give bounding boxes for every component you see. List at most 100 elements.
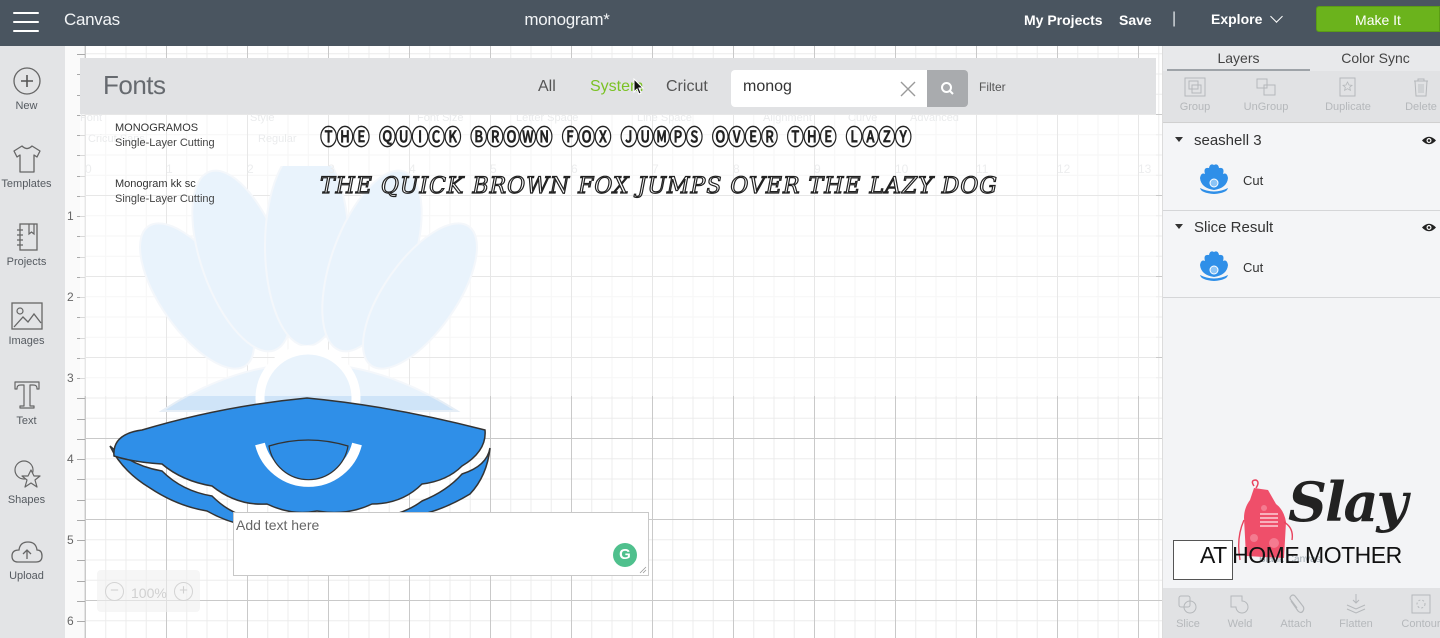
tab-layers[interactable]: Layers: [1167, 50, 1310, 66]
document-title: monogram*: [524, 10, 610, 29]
ruler-tick: [77, 499, 85, 501]
caret-down-icon[interactable]: [1175, 224, 1183, 229]
bottom-actions-toolbar: Slice Weld Attach Flatten Contour: [1163, 588, 1440, 638]
duplicate-icon: [1339, 77, 1356, 97]
zoom-level: 100%: [131, 585, 167, 601]
duplicate-button[interactable]: Duplicate: [1318, 76, 1378, 113]
trash-icon: [1414, 78, 1428, 97]
sidebar-item-images[interactable]: Images: [0, 301, 53, 347]
canvas-color-swatch[interactable]: [1173, 540, 1233, 580]
caret-down-icon[interactable]: [1175, 137, 1183, 142]
make-it-button[interactable]: Make It: [1316, 6, 1440, 32]
left-sidebar: New Templates Projects Images Text Shape…: [0, 46, 65, 638]
image-icon: [10, 302, 43, 330]
layer-group-name: seashell 3: [1194, 132, 1262, 149]
font-list-item[interactable]: Monogram kk sc Single-Layer Cutting THE …: [80, 172, 1156, 230]
action-label: Group: [1179, 101, 1211, 113]
sidebar-label: Upload: [9, 570, 44, 582]
font-filter-button[interactable]: Filter: [979, 80, 1006, 94]
contour-button[interactable]: Contour: [1391, 593, 1440, 630]
explore-label: Explore: [1211, 11, 1263, 27]
layers-panel: Layers Color Sync Group UnGroup Duplicat…: [1162, 46, 1440, 638]
fonts-panel-title: Fonts: [103, 70, 166, 100]
layer-group-header[interactable]: Slice Result: [1163, 211, 1440, 241]
add-text-input[interactable]: [236, 517, 616, 571]
clear-search-icon[interactable]: [899, 80, 917, 98]
ruler-tick: [77, 459, 85, 460]
layer-item-label: Cut: [1243, 260, 1264, 275]
font-search-input[interactable]: [743, 78, 893, 96]
ruler-tick: [77, 54, 85, 55]
zoom-in-button[interactable]: +: [174, 582, 193, 601]
weld-icon: [1230, 595, 1249, 614]
ruler-number: 1: [67, 209, 74, 223]
save-button[interactable]: Save: [1119, 12, 1152, 28]
eye-icon[interactable]: [1421, 135, 1437, 146]
slice-button[interactable]: Slice: [1158, 593, 1218, 630]
layers-panel-tabs: Layers Color Sync: [1163, 46, 1440, 71]
attach-button[interactable]: Attach: [1266, 593, 1326, 630]
blank-canvas-label: Blank Canvas: [1259, 554, 1321, 565]
action-label: Slice: [1176, 618, 1200, 630]
sidebar-label: Images: [8, 335, 45, 347]
tshirt-icon: [12, 145, 41, 173]
font-name: MONOGRAMOS: [115, 122, 199, 134]
font-preview: THE QUICK BROWN FOX JUMPS OVER THE LAZY …: [320, 174, 999, 199]
resize-handle-icon[interactable]: [639, 566, 647, 574]
ruler-tick: [77, 418, 85, 420]
action-label: Duplicate: [1325, 101, 1371, 113]
notebook-icon: [16, 223, 38, 251]
explore-menu[interactable]: Explore: [1211, 10, 1284, 27]
font-list-item[interactable]: MONOGRAMOS Single-Layer Cutting ⓉⒽⒺ ⓆⓊⒾⒸ…: [80, 114, 1156, 172]
ungroup-button[interactable]: UnGroup: [1236, 76, 1296, 113]
weld-button[interactable]: Weld: [1210, 593, 1270, 630]
action-label: UnGroup: [1243, 101, 1289, 113]
layer-item[interactable]: Cut: [1163, 249, 1440, 291]
mouse-cursor-icon: [633, 78, 645, 95]
fonts-panel: Fonts All System Cricut Filter MONOGRAMO…: [80, 58, 1156, 396]
grammarly-button[interactable]: G: [613, 543, 637, 567]
layer-item[interactable]: Cut: [1163, 162, 1440, 204]
font-tab-cricut[interactable]: Cricut: [666, 78, 708, 96]
font-name: Monogram kk sc: [115, 178, 196, 190]
app-window: Canvas monogram* My Projects Save | Expl…: [0, 0, 1440, 638]
layer-actions-toolbar: Group UnGroup Duplicate Delete: [1163, 71, 1440, 123]
text-t-icon: [13, 381, 40, 409]
ruler-number: 4: [67, 452, 74, 466]
my-projects-link[interactable]: My Projects: [1024, 12, 1103, 28]
sidebar-item-templates[interactable]: Templates: [0, 144, 53, 190]
fonts-panel-header: Fonts All System Cricut Filter: [80, 58, 1156, 114]
sidebar-item-projects[interactable]: Projects: [0, 222, 53, 268]
flatten-button[interactable]: Flatten: [1326, 593, 1386, 630]
font-tab-all[interactable]: All: [538, 78, 556, 96]
font-search-button[interactable]: [927, 70, 968, 107]
sidebar-item-shapes[interactable]: Shapes: [0, 458, 53, 506]
tab-color-sync[interactable]: Color Sync: [1310, 50, 1440, 66]
sidebar-item-upload[interactable]: Upload: [0, 538, 53, 582]
ruler-tick: [77, 398, 85, 400]
action-label: Delete: [1405, 101, 1437, 113]
ruler-tick: [77, 621, 85, 622]
slice-icon: [1178, 595, 1197, 614]
zoom-out-button[interactable]: −: [105, 582, 124, 601]
shapes-icon: [13, 460, 41, 488]
font-type: Single-Layer Cutting: [115, 193, 215, 205]
sidebar-item-new[interactable]: New: [0, 66, 53, 112]
group-icon: [1184, 77, 1206, 97]
layer-group-header[interactable]: seashell 3: [1163, 124, 1440, 154]
action-label: Contour: [1401, 618, 1440, 630]
action-label: Attach: [1280, 618, 1312, 630]
action-label: Flatten: [1339, 618, 1373, 630]
chevron-down-icon: [1270, 10, 1284, 23]
flatten-icon: [1346, 594, 1366, 614]
ruler-tick: [77, 560, 85, 562]
eye-icon[interactable]: [1421, 222, 1437, 233]
text-entry-box: G: [233, 512, 649, 576]
group-button[interactable]: Group: [1165, 76, 1225, 113]
font-type: Single-Layer Cutting: [115, 137, 215, 149]
font-preview: ⓉⒽⒺ ⓆⓊⒾⒸⓀ ⒷⓇⓄⓌⓃ ⒻⓄⓍ ⒿⓊⓂⓅⓈ ⓄⓋⒺⓇ ⓉⒽⒺ ⓁⒶⓏⓎ: [320, 126, 912, 151]
delete-button[interactable]: Delete: [1391, 76, 1440, 113]
top-bar: Canvas monogram* My Projects Save | Expl…: [0, 0, 1440, 46]
sidebar-label: Text: [16, 415, 37, 427]
sidebar-item-text[interactable]: Text: [0, 379, 53, 427]
